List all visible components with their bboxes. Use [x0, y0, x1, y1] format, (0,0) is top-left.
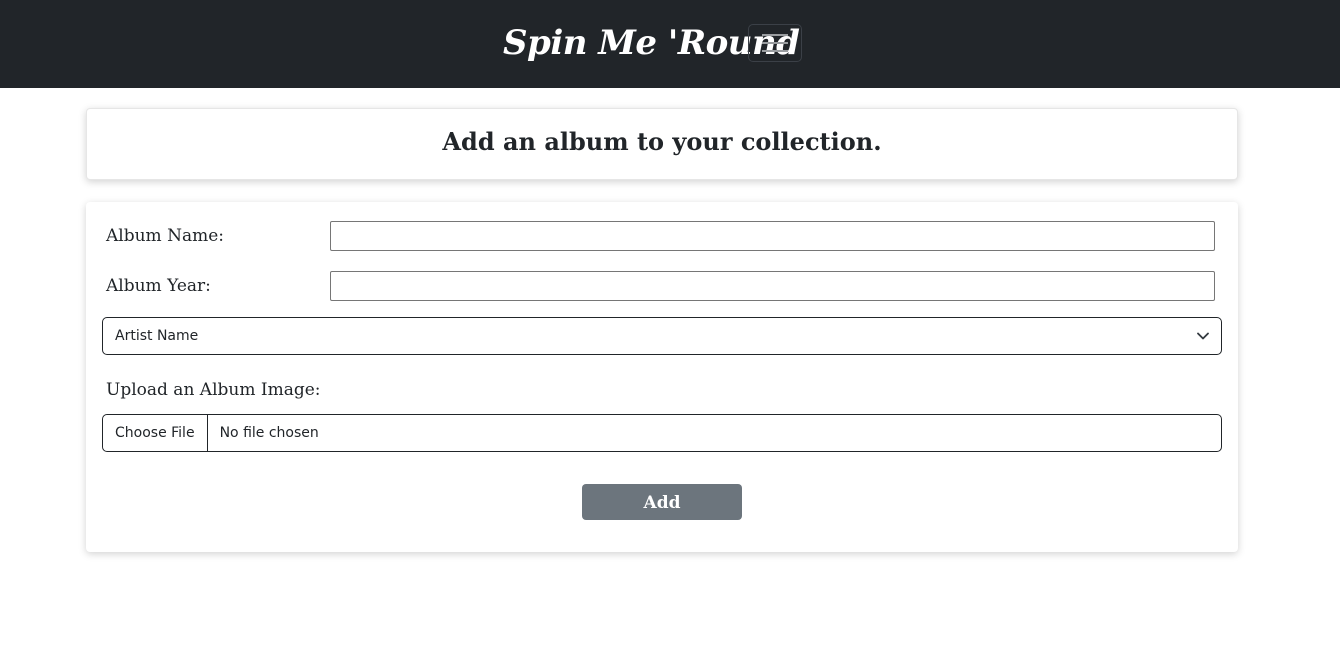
album-name-label: Album Name:: [106, 226, 224, 246]
navbar-toggler-button[interactable]: [748, 24, 802, 62]
album-image-file-input[interactable]: Choose File No file chosen: [102, 414, 1222, 452]
artist-select-value: Artist Name: [115, 328, 199, 344]
file-status-text: No file chosen: [219, 425, 319, 441]
hamburger-menu-icon: [762, 34, 788, 52]
album-year-input[interactable]: [330, 271, 1215, 301]
artist-select[interactable]: Artist Name: [102, 317, 1222, 355]
navbar: Spin Me 'Round: [0, 0, 1340, 88]
upload-image-label: Upload an Album Image:: [106, 380, 321, 400]
page-title-card: Add an album to your collection.: [86, 108, 1238, 180]
album-name-input[interactable]: [330, 221, 1215, 251]
add-album-form: Album Name: Album Year: Artist Name Uplo…: [86, 202, 1238, 552]
choose-file-button[interactable]: Choose File: [103, 415, 208, 451]
album-year-label: Album Year:: [106, 276, 211, 296]
add-button[interactable]: Add: [582, 484, 742, 520]
page-title: Add an album to your collection.: [442, 127, 882, 156]
chevron-down-icon: [1197, 332, 1209, 340]
